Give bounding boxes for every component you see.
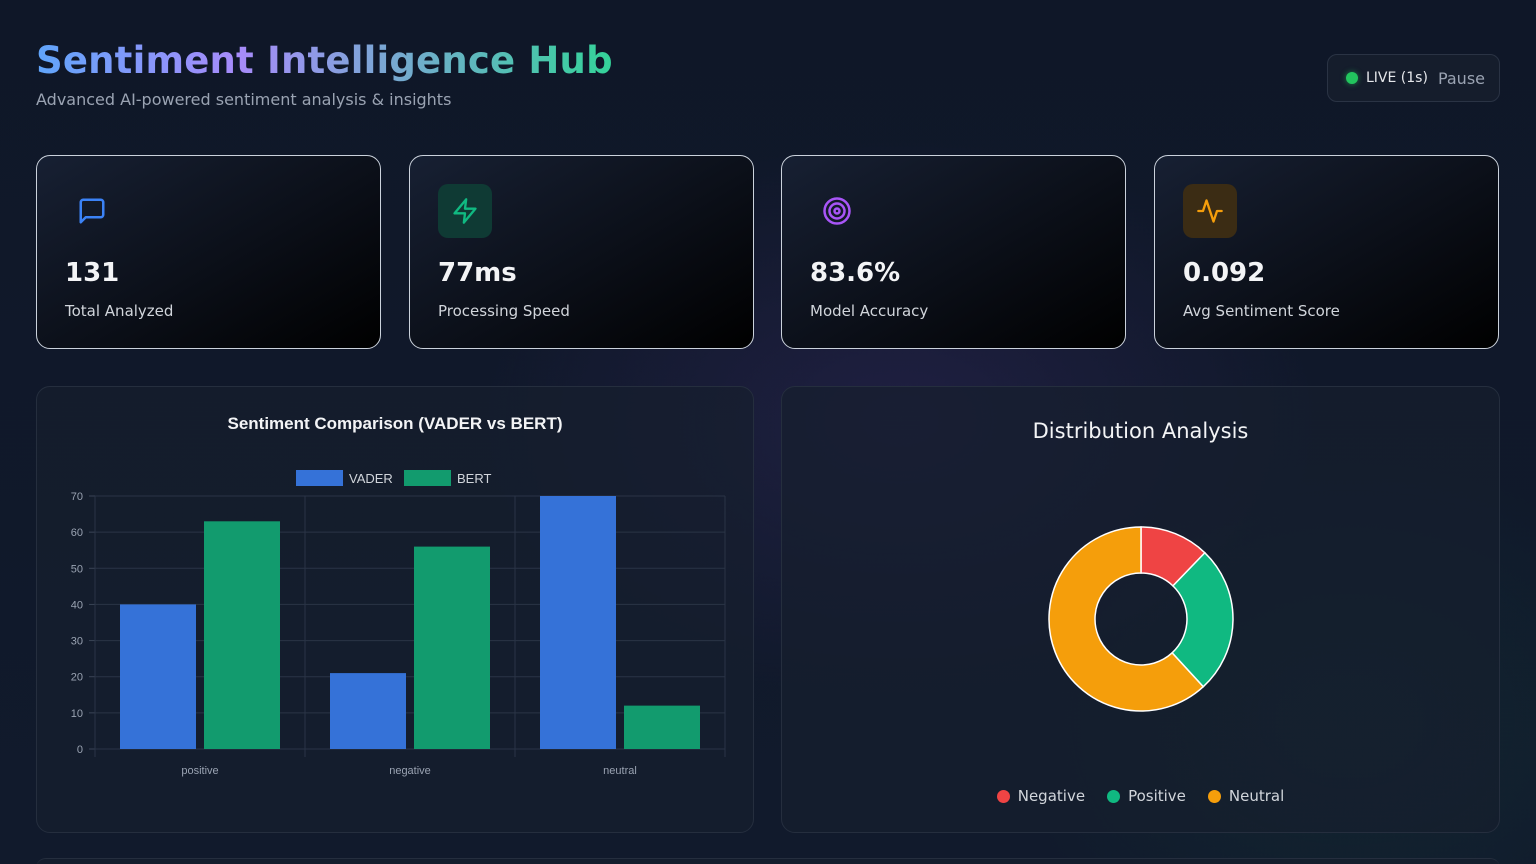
y-tick-label: 0 <box>77 744 83 756</box>
legend-label-bert: BERT <box>457 471 491 486</box>
live-status-dot <box>1346 72 1358 84</box>
stat-value: 131 <box>65 258 120 288</box>
y-tick-label: 50 <box>71 563 83 575</box>
bar-vader-negative[interactable] <box>330 673 406 749</box>
y-tick-label: 20 <box>71 672 83 684</box>
stat-label: Model Accuracy <box>810 302 929 320</box>
legend-swatch-bert <box>404 470 451 486</box>
y-tick-label: 60 <box>71 527 83 539</box>
stat-label: Processing Speed <box>438 302 570 320</box>
bar-chart: 0 10 20 30 40 50 60 70 positive negative neutral VA… <box>71 470 726 777</box>
bar-chart-title: Sentiment Comparison (VADER vs BERT) <box>227 414 563 433</box>
bar-bert-neutral[interactable] <box>624 705 700 749</box>
live-status-label: LIVE (1s) <box>1366 70 1428 86</box>
stat-value: 83.6% <box>810 258 901 288</box>
stat-label: Avg Sentiment Score <box>1183 302 1340 320</box>
y-tick-label: 30 <box>71 636 83 648</box>
legend-item-negative[interactable]: Negative <box>996 787 1086 805</box>
x-tick-label: positive <box>181 765 218 777</box>
bar-vader-neutral[interactable] <box>540 496 616 749</box>
legend-item-neutral[interactable]: Neutral <box>1207 787 1285 805</box>
y-tick-label: 70 <box>71 491 83 503</box>
bar-bert-negative[interactable] <box>414 546 490 749</box>
legend-dot <box>996 789 1010 803</box>
legend-item-positive[interactable]: Positive <box>1107 787 1186 805</box>
legend-swatch-vader <box>296 470 343 486</box>
stat-card-total-analyzed: 131 Total Analyzed <box>36 155 381 349</box>
page-title: Sentiment Intelligence Hub <box>36 39 613 82</box>
lightning-icon <box>438 184 492 238</box>
legend-label: Positive <box>1128 787 1186 805</box>
next-panel-edge <box>36 858 1500 864</box>
distribution-panel: Distribution Analysis Negative Positive Ne… <box>781 386 1500 833</box>
pause-button[interactable]: Pause <box>1436 69 1485 88</box>
activity-icon <box>1183 184 1237 238</box>
bar-bert-positive[interactable] <box>204 521 280 749</box>
donut-chart <box>1048 526 1234 712</box>
stat-card-model-accuracy: 83.6% Model Accuracy <box>781 155 1126 349</box>
sentiment-comparison-panel: Sentiment Comparison (VADER vs BERT) 0 10… <box>36 386 754 833</box>
live-indicator: LIVE (1s) Pause <box>1327 54 1500 102</box>
x-tick-label: neutral <box>603 765 637 777</box>
donut-chart-title: Distribution Analysis <box>1032 419 1249 443</box>
page-header: Sentiment Intelligence Hub Advanced AI-p… <box>36 38 613 109</box>
stat-value: 77ms <box>438 258 517 288</box>
bar-vader-positive[interactable] <box>120 604 196 749</box>
legend-label: Neutral <box>1228 787 1285 805</box>
y-tick-label: 10 <box>71 708 83 720</box>
message-icon <box>65 184 119 238</box>
x-tick-label: negative <box>389 765 431 777</box>
legend-label-vader: VADER <box>349 471 393 486</box>
stat-card-avg-sentiment: 0.092 Avg Sentiment Score <box>1154 155 1499 349</box>
stat-value: 0.092 <box>1183 258 1266 288</box>
legend-label: Negative <box>1017 787 1086 805</box>
donut-legend: Negative Positive Neutral <box>782 787 1499 805</box>
y-tick-label: 40 <box>71 599 83 611</box>
stat-card-processing-speed: 77ms Processing Speed <box>409 155 754 349</box>
page-subtitle: Advanced AI-powered sentiment analysis &… <box>36 90 452 109</box>
legend-dot <box>1107 789 1121 803</box>
legend-dot <box>1207 789 1221 803</box>
stat-label: Total Analyzed <box>65 302 174 320</box>
target-icon <box>810 184 864 238</box>
